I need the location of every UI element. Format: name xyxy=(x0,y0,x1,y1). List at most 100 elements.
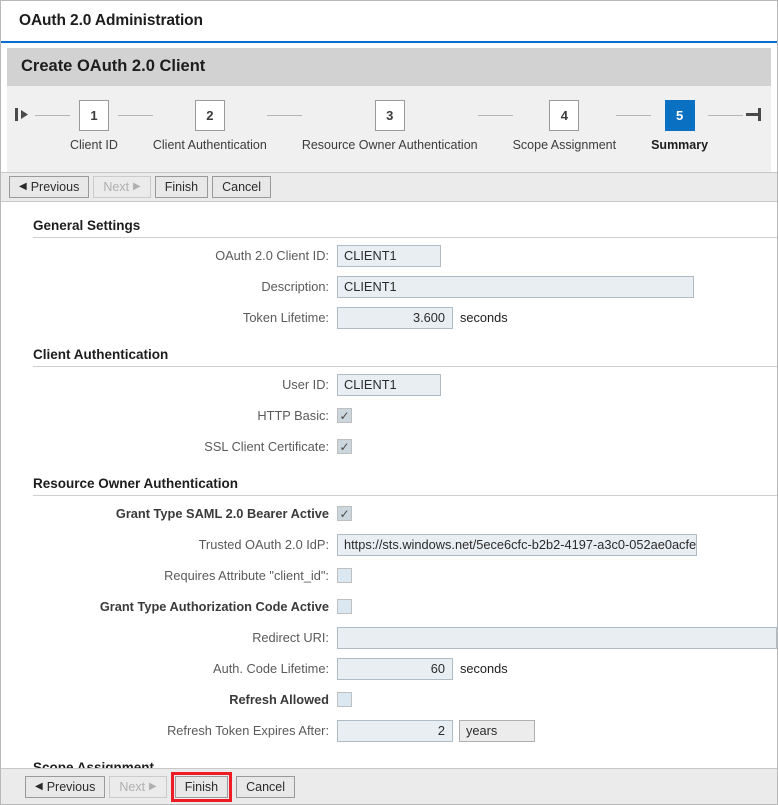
trusted-idp-field[interactable]: https://sts.windows.net/5ece6cfc-b2b2-41… xyxy=(337,534,697,556)
row-requires-client-id: Requires Attribute "client_id": xyxy=(1,562,777,589)
wizard-connector xyxy=(35,86,70,172)
oauth-admin-window: OAuth 2.0 Administration Create OAuth 2.… xyxy=(0,0,778,805)
refresh-token-expires-unit-select[interactable]: years xyxy=(459,720,535,742)
wizard-step-3[interactable]: 3 Resource Owner Authentication xyxy=(302,86,478,152)
wizard-step-3-label: Resource Owner Authentication xyxy=(302,138,478,152)
description-field[interactable]: CLIENT1 xyxy=(337,276,694,298)
previous-button-top[interactable]: ◀ Previous xyxy=(9,176,89,198)
requires-client-id-checkbox[interactable] xyxy=(337,568,352,583)
section-divider xyxy=(33,237,777,238)
row-user-id: User ID: CLIENT1 xyxy=(1,371,777,398)
checkmark-icon: ✓ xyxy=(339,508,349,520)
wizard-step-5-label: Summary xyxy=(651,138,708,152)
wizard-step-3-number: 3 xyxy=(375,100,405,131)
row-trusted-idp: Trusted OAuth 2.0 IdP: https://sts.windo… xyxy=(1,531,777,558)
redirect-uri-field[interactable] xyxy=(337,627,777,649)
auth-code-lifetime-unit: seconds xyxy=(460,661,508,676)
checkmark-icon: ✓ xyxy=(339,441,349,453)
page-title: OAuth 2.0 Administration xyxy=(19,12,203,30)
row-ssl-client-certificate: SSL Client Certificate: ✓ xyxy=(1,433,777,460)
cancel-button-top[interactable]: Cancel xyxy=(212,176,271,198)
wizard-step-2-label: Client Authentication xyxy=(153,138,267,152)
refresh-token-expires-label: Refresh Token Expires After: xyxy=(1,723,337,738)
wizard-toolbar-top: ◀ Previous Next ▶ Finish Cancel xyxy=(1,172,777,202)
row-redirect-uri: Redirect URI: xyxy=(1,624,777,651)
row-refresh-allowed: Refresh Allowed xyxy=(1,686,777,713)
chevron-left-icon: ◀ xyxy=(35,782,43,792)
wizard-start-icon xyxy=(13,86,35,172)
wizard-panel: Create OAuth 2.0 Client 1 Client ID xyxy=(7,48,771,172)
next-button-top: Next ▶ xyxy=(93,176,150,198)
wizard-connector xyxy=(616,86,651,172)
wizard-step-1-number: 1 xyxy=(79,100,109,131)
wizard-connector xyxy=(708,86,743,172)
ssl-client-certificate-label: SSL Client Certificate: xyxy=(1,439,337,454)
auth-code-active-checkbox[interactable] xyxy=(337,599,352,614)
wizard-step-2[interactable]: 2 Client Authentication xyxy=(153,86,267,152)
description-label: Description: xyxy=(1,279,337,294)
row-token-lifetime: Token Lifetime: 3.600 seconds xyxy=(1,304,777,331)
wizard-step-5[interactable]: 5 Summary xyxy=(651,86,708,152)
section-divider xyxy=(33,366,777,367)
finish-button-bottom-label: Finish xyxy=(185,780,218,794)
section-title-resource-owner-authentication: Resource Owner Authentication xyxy=(33,476,777,491)
refresh-allowed-label: Refresh Allowed xyxy=(1,692,337,707)
row-saml-bearer-active: Grant Type SAML 2.0 Bearer Active ✓ xyxy=(1,500,777,527)
finish-button-top-label: Finish xyxy=(165,180,198,194)
user-id-field[interactable]: CLIENT1 xyxy=(337,374,441,396)
token-lifetime-unit: seconds xyxy=(460,310,508,325)
wizard-connector xyxy=(478,86,513,172)
wizard-step-4-number: 4 xyxy=(549,100,579,131)
token-lifetime-label: Token Lifetime: xyxy=(1,310,337,325)
panel-title: Create OAuth 2.0 Client xyxy=(21,57,205,75)
wizard-step-1[interactable]: 1 Client ID xyxy=(70,86,118,152)
section-title-client-authentication: Client Authentication xyxy=(33,347,777,362)
wizard-end-icon xyxy=(743,86,765,172)
client-id-field[interactable]: CLIENT1 xyxy=(337,245,441,267)
chevron-right-icon: ▶ xyxy=(149,782,157,792)
client-id-label: OAuth 2.0 Client ID: xyxy=(1,248,337,263)
trusted-idp-label: Trusted OAuth 2.0 IdP: xyxy=(1,537,337,552)
section-title-general-settings: General Settings xyxy=(33,218,777,233)
next-button-bottom: Next ▶ xyxy=(109,776,166,798)
requires-client-id-label: Requires Attribute "client_id": xyxy=(1,568,337,583)
previous-button-bottom[interactable]: ◀ Previous xyxy=(25,776,105,798)
row-client-id: OAuth 2.0 Client ID: CLIENT1 xyxy=(1,242,777,269)
user-id-label: User ID: xyxy=(1,377,337,392)
chevron-left-icon: ◀ xyxy=(19,182,27,192)
row-http-basic: HTTP Basic: ✓ xyxy=(1,402,777,429)
refresh-allowed-checkbox[interactable] xyxy=(337,692,352,707)
wizard-step-1-label: Client ID xyxy=(70,138,118,152)
saml-bearer-active-label: Grant Type SAML 2.0 Bearer Active xyxy=(1,506,337,521)
refresh-token-expires-field[interactable]: 2 xyxy=(337,720,453,742)
next-button-bottom-label: Next xyxy=(119,780,145,794)
chevron-right-icon: ▶ xyxy=(133,182,141,192)
wizard-steps: 1 Client ID 2 Client Authentication 3 Re… xyxy=(7,86,771,172)
auth-code-active-label: Grant Type Authorization Code Active xyxy=(1,599,337,614)
finish-button-top[interactable]: Finish xyxy=(155,176,208,198)
http-basic-checkbox[interactable]: ✓ xyxy=(337,408,352,423)
http-basic-label: HTTP Basic: xyxy=(1,408,337,423)
previous-button-top-label: Previous xyxy=(31,180,80,194)
cancel-button-bottom-label: Cancel xyxy=(246,780,285,794)
cancel-button-bottom[interactable]: Cancel xyxy=(236,776,295,798)
token-lifetime-field[interactable]: 3.600 xyxy=(337,307,453,329)
finish-button-highlight: Finish xyxy=(171,772,232,802)
auth-code-lifetime-label: Auth. Code Lifetime: xyxy=(1,661,337,676)
section-divider xyxy=(33,495,777,496)
row-auth-code-lifetime: Auth. Code Lifetime: 60 seconds xyxy=(1,655,777,682)
wizard-step-4[interactable]: 4 Scope Assignment xyxy=(513,86,617,152)
ssl-client-certificate-checkbox[interactable]: ✓ xyxy=(337,439,352,454)
wizard-step-indicator: 1 Client ID 2 Client Authentication 3 Re… xyxy=(7,86,771,172)
summary-form: General Settings OAuth 2.0 Client ID: CL… xyxy=(1,218,777,805)
app-header: OAuth 2.0 Administration xyxy=(1,1,777,43)
wizard-connector xyxy=(118,86,153,172)
wizard-step-4-label: Scope Assignment xyxy=(513,138,617,152)
next-button-top-label: Next xyxy=(103,180,129,194)
wizard-step-2-number: 2 xyxy=(195,100,225,131)
row-description: Description: CLIENT1 xyxy=(1,273,777,300)
wizard-connector xyxy=(267,86,302,172)
saml-bearer-active-checkbox[interactable]: ✓ xyxy=(337,506,352,521)
finish-button-bottom[interactable]: Finish xyxy=(175,776,228,798)
auth-code-lifetime-field[interactable]: 60 xyxy=(337,658,453,680)
